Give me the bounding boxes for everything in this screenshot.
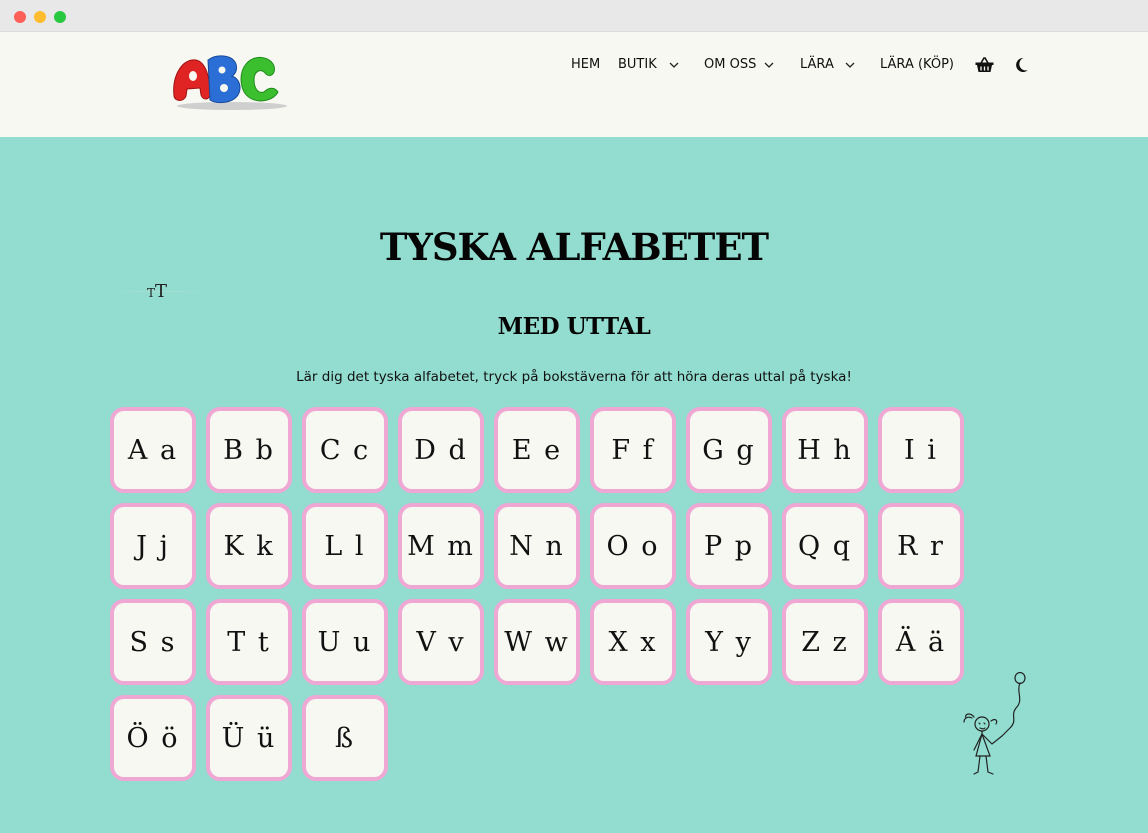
letter-card[interactable]: N n xyxy=(494,503,580,589)
letter-card[interactable]: O o xyxy=(590,503,676,589)
svg-text:A: A xyxy=(170,48,171,49)
moon-icon[interactable] xyxy=(1014,57,1029,73)
page-subtitle: MED UTTAL xyxy=(497,313,651,340)
letter-card[interactable]: L l xyxy=(302,503,388,589)
letter-card[interactable]: K k xyxy=(206,503,292,589)
nav-item-lara-kop[interactable]: LÄRA (KÖP) xyxy=(880,57,954,73)
letter-card[interactable]: G g xyxy=(686,407,772,493)
letter-card[interactable]: U u xyxy=(302,599,388,685)
close-window-button[interactable] xyxy=(14,11,26,23)
letter-card[interactable]: I i xyxy=(878,407,964,493)
logo-shadow xyxy=(177,102,287,110)
intro-text: Lär dig det tyska alfabetet, tryck på bo… xyxy=(296,369,852,385)
text-size-large-glyph: T xyxy=(155,281,168,302)
letter-card[interactable]: V v xyxy=(398,599,484,685)
letter-card[interactable]: Q q xyxy=(782,503,868,589)
letter-card[interactable]: Ö ö xyxy=(110,695,196,781)
letter-card[interactable]: C c xyxy=(302,407,388,493)
letter-card[interactable]: R r xyxy=(878,503,964,589)
letter-card[interactable]: Z z xyxy=(782,599,868,685)
window-titlebar xyxy=(0,0,1148,32)
letter-card[interactable]: ß xyxy=(302,695,388,781)
chevron-down-icon[interactable] xyxy=(764,60,774,70)
letter-card[interactable]: S s xyxy=(110,599,196,685)
main-content: TYSKA ALFABETET TT MED UTTAL Lär dig det… xyxy=(0,137,1148,833)
chevron-down-icon[interactable] xyxy=(669,60,679,70)
text-size-control[interactable]: TT xyxy=(110,283,208,303)
main-navigation: HEM BUTIK OM OSS LÄRA LÄRA (KÖP) xyxy=(0,57,1148,77)
minimize-window-button[interactable] xyxy=(34,11,46,23)
letter-card[interactable]: P p xyxy=(686,503,772,589)
maximize-window-button[interactable] xyxy=(54,11,66,23)
nav-item-lara[interactable]: LÄRA xyxy=(800,57,834,73)
letter-card[interactable]: W w xyxy=(494,599,580,685)
letter-card[interactable]: E e xyxy=(494,407,580,493)
chevron-down-icon[interactable] xyxy=(845,60,855,70)
page-title: TYSKA ALFABETET xyxy=(379,225,769,269)
letter-card[interactable]: T t xyxy=(206,599,292,685)
text-size-small-glyph: T xyxy=(147,286,156,300)
basket-icon[interactable] xyxy=(975,57,994,73)
text-size-icon[interactable]: TT xyxy=(147,283,167,302)
letter-card[interactable]: Y y xyxy=(686,599,772,685)
nav-item-hem[interactable]: HEM xyxy=(571,57,600,73)
letter-card[interactable]: Ü ü xyxy=(206,695,292,781)
site-header: A HEM BUTIK OM OSS LÄRA LÄRA (KÖP) xyxy=(0,32,1148,137)
letter-card[interactable]: A a xyxy=(110,407,196,493)
nav-item-butik[interactable]: BUTIK xyxy=(618,57,657,73)
nav-item-om-oss[interactable]: OM OSS xyxy=(704,57,756,73)
girl-with-balloon-illustration xyxy=(963,672,1026,775)
letter-card[interactable]: D d xyxy=(398,407,484,493)
letter-card[interactable]: H h xyxy=(782,407,868,493)
letter-card[interactable]: X x xyxy=(590,599,676,685)
letter-card[interactable]: Ä ä xyxy=(878,599,964,685)
letter-card[interactable]: J j xyxy=(110,503,196,589)
letter-card[interactable]: M m xyxy=(398,503,484,589)
letter-card[interactable]: F f xyxy=(590,407,676,493)
letter-card[interactable]: B b xyxy=(206,407,292,493)
